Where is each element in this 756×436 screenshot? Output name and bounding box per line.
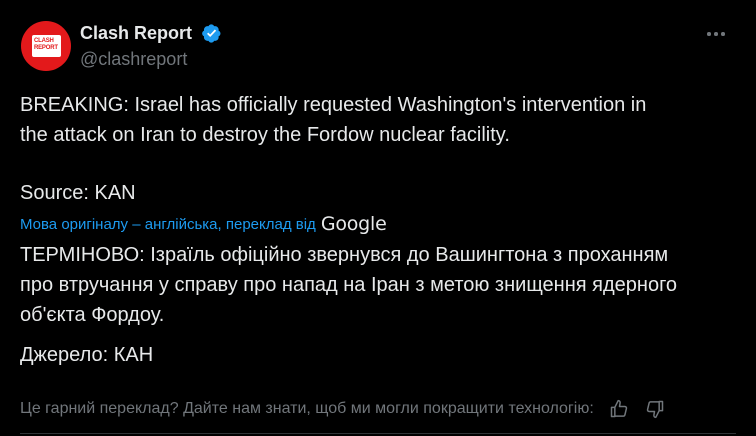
avatar-logo-text: CLASH REPORT (34, 38, 58, 51)
thumbs-up-icon[interactable] (606, 396, 632, 422)
divider (20, 433, 736, 434)
google-logo: Google (320, 213, 387, 235)
tweet: CLASH REPORT Clash Report @clashreport B… (0, 0, 756, 436)
translation-feedback: Це гарний переклад? Дайте нам знати, щоб… (20, 396, 668, 422)
translated-text: ТЕРМІНОВО: Ізраїль офіційно звернувся до… (20, 244, 678, 326)
avatar[interactable]: CLASH REPORT (21, 21, 71, 71)
translated-source: Джерело: КАН (20, 344, 154, 366)
author-display-name[interactable]: Clash Report (80, 22, 192, 44)
thumbs-down-icon[interactable] (642, 396, 668, 422)
avatar-logo: CLASH REPORT (32, 35, 61, 57)
translation-attribution: Мова оригіналу – англійська, переклад ві… (20, 212, 387, 236)
verified-badge-icon[interactable] (201, 23, 222, 44)
more-options-icon[interactable] (701, 24, 731, 44)
tweet-source: Source: KAN (20, 182, 136, 204)
tweet-text: BREAKING: Israel has officially requeste… (20, 94, 647, 146)
feedback-prompt: Це гарний переклад? Дайте нам знати, щоб… (20, 400, 594, 417)
translation-note-link[interactable]: Мова оригіналу – англійська, переклад ві… (20, 216, 316, 233)
author-handle[interactable]: @clashreport (80, 48, 187, 70)
